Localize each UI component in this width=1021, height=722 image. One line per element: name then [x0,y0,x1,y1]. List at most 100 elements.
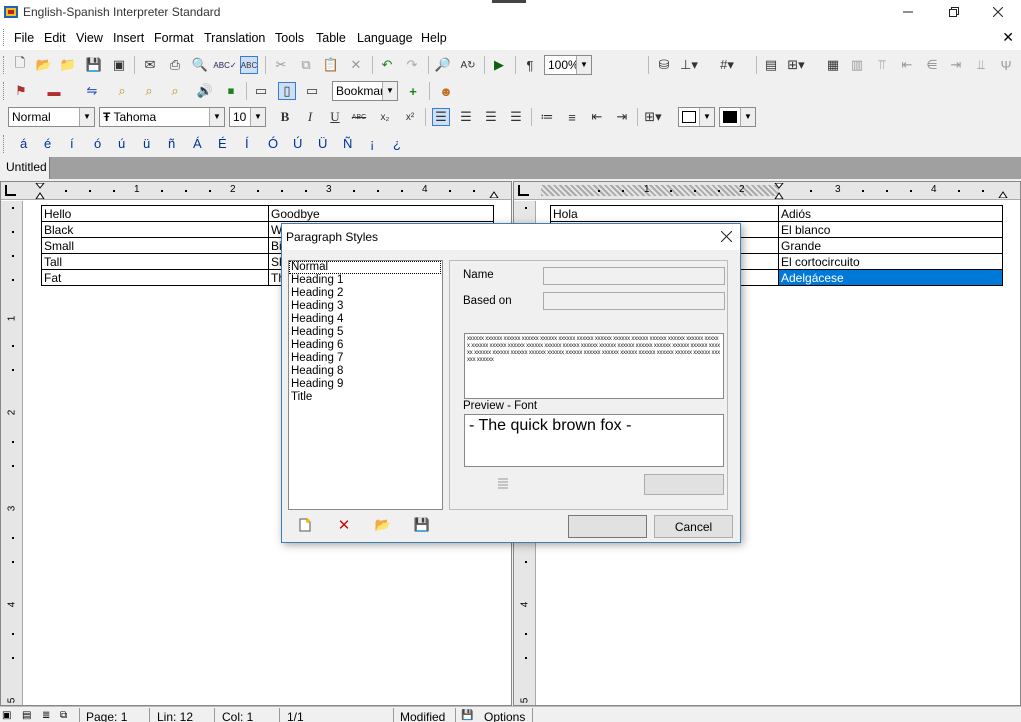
view-top-icon[interactable]: ▭ [252,82,270,100]
view-split-icon[interactable]: ▯ [278,82,296,100]
char-U-umlaut[interactable]: Ü [318,136,327,151]
normal-view-icon[interactable]: ▣ [2,710,11,721]
lookup-prev-icon[interactable]: ⌕ [166,82,184,100]
save-icon[interactable]: 💾 [85,56,103,74]
speak-stop-icon[interactable]: ⏹ [222,82,240,100]
redo-icon[interactable]: ↷ [403,56,421,74]
insert-field-icon[interactable]: ⊥▾ [680,56,698,74]
spanish-flag-icon[interactable]: ▬ [45,82,63,100]
close-button[interactable] [975,0,1021,24]
split-cell-icon[interactable]: ⋹ [923,56,941,74]
decrease-indent-icon[interactable]: ⇤ [588,108,606,126]
status-options[interactable]: Options [484,710,525,722]
add-bookmark-icon[interactable]: + [404,82,422,100]
zoom-select[interactable]: 100% ▼ [544,55,592,75]
options-icon[interactable]: 💾 [461,710,473,721]
char-O-acute[interactable]: Ó [268,136,278,151]
tab-untitled[interactable]: Untitled [0,157,50,179]
delete-icon[interactable]: ✕ [347,56,365,74]
dialog-close-button[interactable] [720,227,733,247]
menu-edit[interactable]: Edit [44,31,66,45]
name-field[interactable] [543,267,725,285]
bold-button[interactable]: B [276,108,294,126]
split-table-icon[interactable]: Ψ [997,56,1015,74]
text-color-select[interactable]: ▼ [719,107,756,127]
table-cell[interactable]: El cortocircuito [778,253,1003,270]
char-A-acute[interactable]: Á [193,136,202,151]
underline-button[interactable]: U [326,108,344,126]
save-all-icon[interactable]: ▣ [110,56,128,74]
style-list-item[interactable]: Heading 9 [289,378,442,391]
minimize-button[interactable] [885,0,931,24]
insert-column-icon[interactable]: ⫪ [873,56,891,74]
user-icon[interactable]: ☻ [437,82,455,100]
style-list-item[interactable]: Heading 2 [289,287,442,300]
delete-style-icon[interactable]: ✕ [335,517,353,534]
translate-icon[interactable]: ▶ [490,56,508,74]
web-view-icon[interactable]: ⧉ [60,710,67,721]
pilcrow-icon[interactable]: ¶ [521,56,539,74]
page-layout-icon[interactable]: ▤ [762,56,780,74]
numbered-list-icon[interactable]: ≡ [563,108,581,126]
style-list-item[interactable]: Heading 5 [289,326,442,339]
superscript-button[interactable]: x² [401,108,419,126]
subscript-button[interactable]: x₂ [376,108,394,126]
style-list-item[interactable]: Heading 6 [289,339,442,352]
style-list[interactable]: Normal Heading 1 Heading 2 Heading 3 Hea… [288,260,443,510]
menu-file[interactable]: File [14,31,34,45]
table-cell[interactable]: Goodbye [268,205,494,222]
ok-button[interactable] [568,515,647,538]
align-right-icon[interactable]: ☰ [482,108,500,126]
selected-table-cell[interactable]: Adelgácese [778,269,1003,286]
right-indent-marker-icon[interactable] [998,185,1008,198]
font-select[interactable]: Ŧ Tahoma ▼ [99,107,225,127]
table-cell[interactable]: Hola [550,205,779,222]
char-I-acute[interactable]: Í [245,136,249,151]
indent-marker-icon[interactable] [35,183,45,199]
justify-icon[interactable]: ☰ [507,108,525,126]
font-button[interactable] [644,474,724,495]
print-icon[interactable]: ⎙ [166,56,184,74]
table-cell[interactable]: Hello [41,205,269,222]
email-icon[interactable]: ✉ [141,56,159,74]
menu-help[interactable]: Help [421,31,447,45]
insert-row-right-icon[interactable]: ⇥ [947,56,965,74]
replace-icon[interactable]: A↻ [459,56,477,74]
menu-table[interactable]: Table [316,31,346,45]
style-list-item[interactable]: Heading 8 [289,365,442,378]
background-color-select[interactable]: ▼ [678,107,715,127]
print-preview-icon[interactable]: 🔍 [191,56,209,74]
menu-tools[interactable]: Tools [275,31,304,45]
insert-row-left-icon[interactable]: ⇤ [898,56,916,74]
strikethrough-button[interactable]: ABC [350,108,368,126]
style-list-item[interactable]: Heading 7 [289,352,442,365]
style-select[interactable]: Normal ▼ [8,107,95,127]
table-cell[interactable]: Grande [778,237,1003,254]
menu-insert[interactable]: Insert [113,31,144,45]
menu-format[interactable]: Format [154,31,194,45]
table-props-icon[interactable]: ▥ [848,56,866,74]
align-center-icon[interactable]: ☰ [457,108,475,126]
cut-icon[interactable]: ✂ [272,56,290,74]
char-N-tilde[interactable]: Ñ [343,136,352,151]
bookmark-select[interactable]: Bookmark ▼ [332,81,398,101]
paste-icon[interactable]: 📋 [322,56,340,74]
style-list-item[interactable]: Normal [289,261,441,274]
menu-view[interactable]: View [76,31,103,45]
italic-button[interactable]: I [301,108,319,126]
document-close-icon[interactable]: ✕ [1002,29,1014,46]
bullet-list-icon[interactable]: ≔ [538,108,556,126]
table-cell[interactable]: Tall [41,253,269,270]
tab-stop-icon[interactable] [518,185,529,196]
increase-indent-icon[interactable]: ⇥ [613,108,631,126]
insert-symbol-icon[interactable]: #▾ [718,56,736,74]
table-cell[interactable]: Small [41,237,269,254]
new-style-icon[interactable] [296,517,314,533]
swap-languages-icon[interactable]: ⇋ [83,82,101,100]
char-e-acute[interactable]: é [44,136,51,151]
indent-marker-icon[interactable] [774,183,784,199]
auto-spell-icon[interactable]: ABC [240,56,258,74]
open-styles-icon[interactable]: 📂 [374,517,392,533]
lookup-next-icon[interactable]: ⌕ [140,82,158,100]
table-grid-icon[interactable]: ⊞▾ [787,56,805,74]
